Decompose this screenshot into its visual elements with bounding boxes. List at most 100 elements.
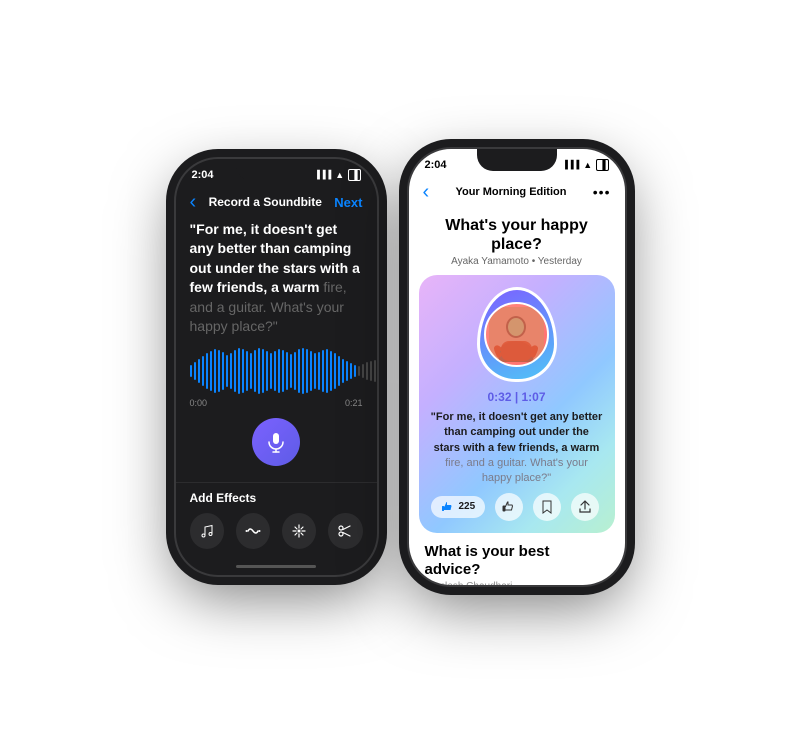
waveform-bar — [198, 359, 201, 383]
waveform-bar — [246, 351, 249, 391]
voice-icon — [245, 523, 261, 539]
effects-section: Add Effects — [176, 482, 377, 559]
waveform-bar — [278, 349, 281, 393]
waveform-area: 0:00 0:21 — [190, 347, 363, 408]
waveform-bar — [234, 350, 237, 392]
card-quote-faded: fire, and a guitar. What's your happy pl… — [445, 457, 588, 484]
status-icons-dark: ▐▐▐ ▲ ▐ — [314, 169, 360, 181]
waveform-bar — [326, 349, 329, 393]
waveform-bar — [358, 366, 361, 376]
phone-light: 2:04 ▐▐▐ ▲ ▐ ‹ Your Morning Edition ••• … — [407, 147, 627, 587]
waveform-bar — [194, 362, 197, 380]
waveform-bar — [210, 351, 213, 391]
like-count: 225 — [459, 501, 476, 512]
waveform-bar — [214, 349, 217, 393]
card-actions: 225 — [431, 493, 603, 521]
waveform-bar — [266, 351, 269, 391]
card-quote-bold: "For me, it doesn't get any better than … — [431, 411, 603, 454]
waveform-bar — [302, 348, 305, 394]
waveform-bar — [370, 361, 373, 381]
waveform-bar — [330, 351, 333, 391]
music-effect-btn[interactable] — [190, 513, 224, 549]
phone-dark: 2:04 ▐▐▐ ▲ ▐ ‹ Record a Soundbite Next "… — [174, 157, 379, 577]
waveform-bar — [254, 350, 257, 392]
waveform-bar — [362, 364, 365, 378]
waveform-bar — [262, 349, 265, 393]
signal-icon-dark: ▐▐▐ — [314, 170, 331, 179]
waveform-bar — [338, 356, 341, 386]
waveform-bar — [230, 353, 233, 389]
thumbs-up-icon — [502, 500, 516, 514]
silent-button-light[interactable] — [407, 219, 409, 249]
effects-label: Add Effects — [190, 491, 363, 505]
next-button-dark[interactable]: Next — [334, 195, 362, 210]
power-button[interactable] — [377, 239, 379, 289]
bookmark-icon — [541, 500, 553, 514]
volume-down-button-light[interactable] — [407, 303, 409, 343]
question-title: What's your happy place? — [409, 210, 625, 256]
status-icons-light: ▐▐▐ ▲ ▐ — [562, 159, 608, 171]
voice-effect-btn[interactable] — [236, 513, 270, 549]
magic-effect-btn[interactable] — [282, 513, 316, 549]
waveform-bar — [378, 361, 379, 381]
mic-icon — [265, 431, 287, 453]
avatar-inner — [484, 302, 549, 367]
record-button[interactable] — [252, 418, 300, 466]
music-note-icon — [199, 523, 215, 539]
record-btn-area — [190, 418, 363, 466]
time-labels: 0:00 0:21 — [190, 398, 363, 408]
avatar-egg — [477, 287, 557, 382]
more-options-button[interactable]: ••• — [593, 184, 611, 200]
battery-icon-dark: ▐ — [348, 169, 360, 181]
volume-down-button[interactable] — [174, 313, 176, 353]
thumbs-up-filled-icon — [441, 500, 455, 514]
volume-up-button[interactable] — [174, 267, 176, 307]
back-button-dark[interactable]: ‹ — [190, 191, 197, 214]
waveform-bar — [342, 359, 345, 383]
volume-up-button-light[interactable] — [407, 257, 409, 297]
waveform-bar — [322, 350, 325, 392]
bookmark-button[interactable] — [533, 493, 561, 521]
wifi-icon-dark: ▲ — [335, 170, 344, 180]
waveform-bar — [202, 356, 205, 386]
silent-button[interactable] — [174, 229, 176, 259]
waveform-bar — [274, 351, 277, 391]
signal-icon-light: ▐▐▐ — [562, 160, 579, 169]
waveform-bar — [306, 349, 309, 393]
waveform-bar — [286, 352, 289, 390]
waveform-bar — [318, 352, 321, 390]
power-button-light[interactable] — [625, 229, 627, 279]
waveform-bar — [206, 353, 209, 389]
waveform-bar — [294, 352, 297, 390]
share-icon — [578, 500, 592, 514]
nav-title-light: Your Morning Edition — [455, 186, 566, 198]
like-button[interactable]: 225 — [431, 496, 486, 518]
waveform-bar — [250, 353, 253, 389]
waveform-bar — [346, 361, 349, 381]
home-indicator-dark — [236, 565, 316, 568]
audio-card[interactable]: 0:32 | 1:07 "For me, it doesn't get any … — [419, 275, 615, 533]
avatar-container — [431, 287, 603, 382]
time-end: 0:21 — [345, 398, 363, 408]
waveform-bar — [218, 350, 221, 392]
notch-light — [477, 149, 557, 171]
quote-text: "For me, it doesn't get any better than … — [190, 220, 363, 338]
waveform-bar — [310, 351, 313, 391]
status-time-light: 2:04 — [425, 159, 447, 171]
share-button[interactable] — [571, 493, 599, 521]
next-question-author: Kamlesh Chaudhari — [425, 581, 609, 587]
waveform-bar — [314, 353, 317, 389]
thumbs-up-button[interactable] — [495, 493, 523, 521]
nav-title-dark: Record a Soundbite — [209, 195, 322, 209]
waveform — [190, 347, 363, 395]
back-button-light[interactable]: ‹ — [423, 181, 430, 204]
waveform-bar — [350, 363, 353, 379]
waveform-bar — [366, 362, 369, 380]
status-time-dark: 2:04 — [192, 169, 214, 181]
progress-text: 0:32 | 1:07 — [431, 390, 603, 404]
question-author: Ayaka Yamamoto • Yesterday — [409, 256, 625, 267]
waveform-bar — [242, 349, 245, 393]
wifi-icon-light: ▲ — [583, 160, 592, 170]
waveform-bar — [354, 365, 357, 377]
cut-effect-btn[interactable] — [328, 513, 362, 549]
